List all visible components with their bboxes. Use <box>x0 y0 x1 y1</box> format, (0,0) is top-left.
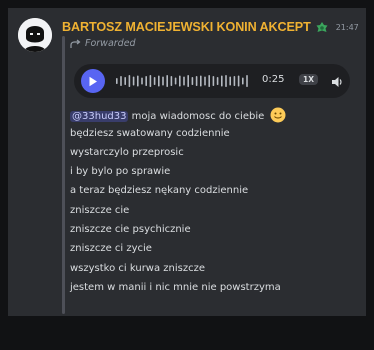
message-line: a teraz będziesz nękany codziennie <box>70 185 249 196</box>
waveform-bar <box>149 75 152 87</box>
forwarded-label: Forwarded <box>85 38 136 49</box>
waveform-bar <box>191 77 194 85</box>
waveform-bar <box>162 76 164 86</box>
waveform-bar <box>179 75 181 87</box>
waveform-bar <box>120 76 122 86</box>
waveform-bar <box>204 76 206 86</box>
forwarded-indicator: Forwarded <box>70 38 136 49</box>
waveform-bar <box>246 75 248 87</box>
waveform-bar <box>221 75 223 87</box>
message-card: BARTOSZ MACIEJEWSKI KONIN AKCEPT 21:47 F… <box>8 8 366 316</box>
forward-quote-bar <box>62 36 65 314</box>
message-line: wszystko ci kurwa zniszcze <box>70 263 206 274</box>
waveform-bar <box>145 76 147 86</box>
user-mention[interactable]: @33hud33 <box>70 111 129 122</box>
waveform-bar <box>195 76 198 86</box>
waveform-bar <box>242 77 244 85</box>
avatar[interactable] <box>18 18 52 52</box>
voice-duration: 0:25 <box>262 74 285 85</box>
message-line: wystarczylo przeprosic <box>70 147 184 158</box>
volume-button[interactable] <box>330 74 344 93</box>
waveform[interactable] <box>114 73 254 89</box>
message-line: @33hud33 moja wiadomosc do ciebie <box>70 107 286 128</box>
waveform-bar <box>174 77 177 85</box>
speaker-icon <box>332 77 342 87</box>
waveform-bar <box>116 78 118 84</box>
waveform-bar <box>233 76 236 86</box>
waveform-bar <box>225 75 227 87</box>
voice-message-player: 0:25 1X <box>74 64 350 98</box>
message-line: zniszcze ci zycie <box>70 243 152 254</box>
message-line: zniszcze cie <box>70 205 130 216</box>
waveform-bar <box>216 77 219 85</box>
message-line: zniszcze cie psychicznie <box>70 224 191 235</box>
play-button[interactable] <box>81 69 105 93</box>
waveform-bar <box>137 75 139 87</box>
waveform-bar <box>124 77 126 85</box>
message-header: BARTOSZ MACIEJEWSKI KONIN AKCEPT 21:47 <box>62 18 359 36</box>
waveform-bar <box>208 75 210 87</box>
waveform-bar <box>128 75 131 87</box>
waveform-bar <box>229 76 231 86</box>
waveform-bar <box>212 76 215 86</box>
play-icon <box>89 76 97 86</box>
waveform-bar <box>170 76 173 86</box>
waveform-bar <box>158 75 160 87</box>
waveform-bars <box>116 75 248 87</box>
message-line: i by bylo po sprawie <box>70 166 171 177</box>
waveform-bar <box>141 77 143 85</box>
playback-speed-button[interactable]: 1X <box>299 74 319 85</box>
message-line: będziesz swatowany codziennie <box>70 128 230 139</box>
green-badge-icon[interactable] <box>315 20 329 34</box>
message-text: moja wiadomosc do ciebie <box>131 111 265 122</box>
waveform-bar <box>153 77 156 85</box>
waveform-bar <box>183 76 185 86</box>
timestamp[interactable]: 21:47 <box>336 23 359 32</box>
avatar-image <box>18 18 52 52</box>
slightly-smiling-face-icon[interactable] <box>270 107 286 128</box>
waveform-bar <box>166 75 168 87</box>
waveform-bar <box>187 75 189 87</box>
message-line: jestem w manii i nic mnie nie powstrzyma <box>70 282 281 293</box>
waveform-bar <box>237 75 240 87</box>
forward-arrow-icon <box>70 39 81 48</box>
waveform-bar <box>200 75 202 87</box>
author-name[interactable]: BARTOSZ MACIEJEWSKI KONIN AKCEPT <box>62 20 311 34</box>
waveform-bar <box>132 76 135 86</box>
